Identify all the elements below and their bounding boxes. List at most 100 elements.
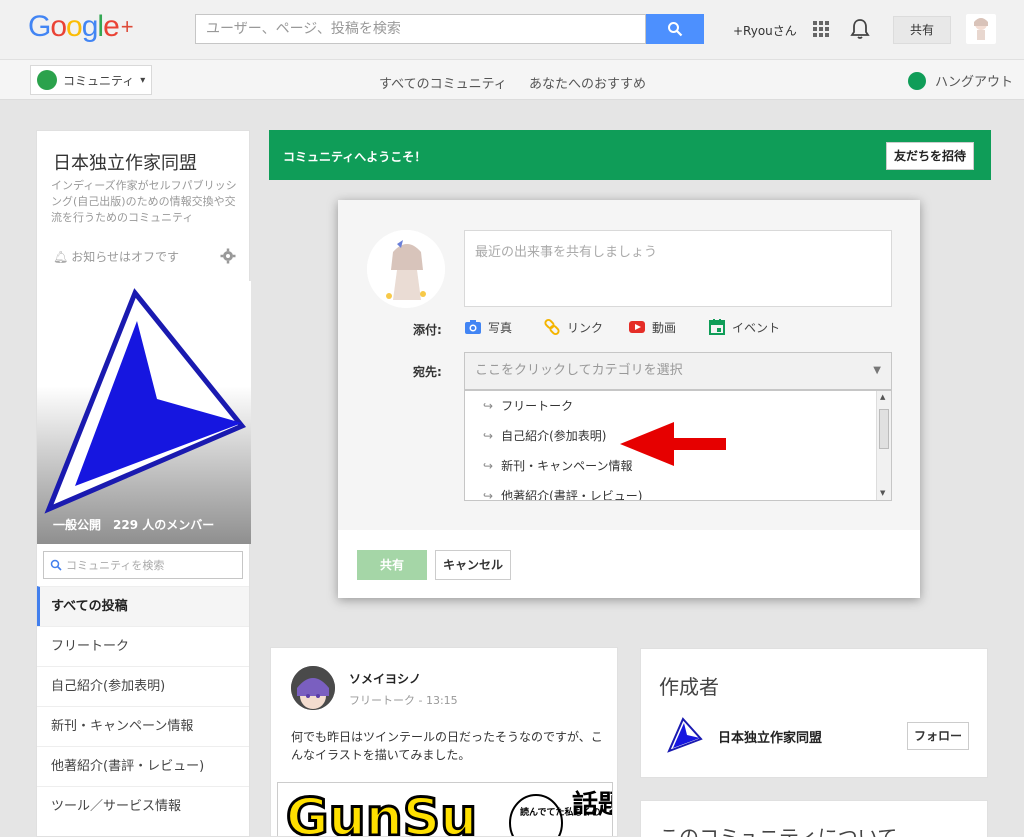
link-icon — [544, 318, 560, 336]
google-plus-logo[interactable]: Google+ — [28, 10, 134, 44]
scrollbar-thumb[interactable] — [879, 409, 889, 449]
about-heading: このコミュニティについて — [659, 825, 898, 837]
search-icon — [668, 22, 683, 37]
post-text-input[interactable]: 最近の出来事を共有しましょう — [464, 230, 892, 307]
arrow-right-icon: ↪ — [483, 399, 494, 413]
category-all-posts[interactable]: すべての投稿 — [37, 586, 249, 626]
nav-all-communities[interactable]: すべてのコミュニティ — [379, 73, 507, 92]
notification-status[interactable]: 🔔︎ お知らせはオフです — [53, 248, 179, 265]
welcome-banner: コミュニティへようこそ！ 友だちを招待 — [269, 130, 991, 180]
annotation-arrow-icon — [620, 420, 730, 471]
community-cover-image: 一般公開 229 人のメンバー — [37, 281, 251, 544]
post-image-caption: GunSu — [286, 788, 477, 837]
share-box-dialog: 最近の出来事を共有しましょう 添付: 写真 リンク 動画 イベント 宛先: ここ… — [338, 200, 920, 598]
post-card: ソメイヨシノ フリートーク - 13:15 何でも昨日はツインテールの日だったそ… — [270, 647, 618, 837]
search-icon — [50, 559, 62, 571]
notification-status-label: お知らせはオフです — [71, 250, 179, 264]
share-box-composer: 最近の出来事を共有しましょう 添付: 写真 リンク 動画 イベント 宛先: ここ… — [338, 200, 920, 530]
category-option-label: 他著紹介(書評・レビュー) — [501, 489, 643, 501]
community-search-placeholder: コミュニティを検索 — [66, 559, 165, 572]
attach-photo-label: 写真 — [488, 320, 513, 335]
nav-recommended[interactable]: あなたへのおすすめ — [529, 73, 646, 92]
post-image-side-text: 話題 — [572, 789, 613, 820]
post-cancel-button[interactable]: キャンセル — [435, 550, 511, 580]
logo-letter: e — [103, 10, 120, 43]
apps-grid-icon[interactable] — [812, 20, 830, 38]
attach-link-button[interactable]: リンク — [543, 318, 603, 336]
attach-event-label: イベント — [732, 320, 781, 335]
community-dropdown[interactable]: コミュニティ ▾ — [30, 65, 152, 95]
community-members-count: 一般公開 229 人のメンバー — [53, 518, 215, 532]
chevron-down-icon: ▾ — [140, 74, 146, 86]
post-meta[interactable]: フリートーク - 13:15 — [349, 692, 458, 708]
community-dropdown-label: コミュニティ — [63, 73, 135, 88]
category-new-releases[interactable]: 新刊・キャンペーン情報 — [37, 706, 249, 746]
category-reviews[interactable]: 他著紹介(書評・レビュー) — [37, 746, 249, 786]
user-profile-link[interactable]: +Ryouさん — [733, 22, 797, 39]
camera-icon — [465, 320, 481, 334]
attach-video-button[interactable]: 動画 — [628, 318, 676, 336]
category-tools[interactable]: ツール／サービス情報 — [37, 786, 249, 826]
category-option-label: フリートーク — [501, 399, 574, 413]
post-body-text: 何でも昨日はツインテールの日だったそうなのですが、こんなイラストを描いてみました… — [291, 730, 603, 762]
post-author-avatar[interactable] — [291, 666, 335, 710]
dropdown-scrollbar[interactable]: ▲ ▼ — [876, 391, 891, 500]
category-nav: すべての投稿 フリートーク 自己紹介(参加表明) 新刊・キャンペーン情報 他著紹… — [37, 586, 249, 826]
search-input[interactable]: ユーザー、ページ、投稿を検索 — [195, 14, 646, 44]
hangouts-label: ハングアウト — [935, 75, 1014, 90]
arrow-right-icon: ↪ — [483, 489, 494, 501]
category-free-talk[interactable]: フリートーク — [37, 626, 249, 666]
category-self-intro[interactable]: 自己紹介(参加表明) — [37, 666, 249, 706]
attach-event-button[interactable]: イベント — [708, 318, 780, 336]
post-image[interactable]: GunSu 読んでてた私もくの 話題 — [277, 782, 613, 837]
arrow-right-icon: ↪ — [483, 429, 494, 443]
category-select[interactable]: ここをクリックしてカテゴリを選択 ▼ — [464, 352, 892, 390]
hangouts-link[interactable]: ハングアウト — [908, 71, 1013, 90]
attach-link-label: リンク — [567, 320, 604, 335]
recipient-label: 宛先: — [413, 365, 442, 379]
invite-friends-button[interactable]: 友だちを招待 — [886, 142, 974, 170]
about-community-card: このコミュニティについて — [640, 800, 988, 837]
arrow-right-icon: ↪ — [483, 459, 494, 473]
community-description: インディーズ作家がセルフパブリッシング(自己出版)のための情報交換や交流を行うた… — [51, 179, 237, 224]
gear-icon[interactable] — [220, 248, 236, 264]
attach-photo-button[interactable]: 写真 — [464, 318, 512, 336]
top-bar: Google+ ユーザー、ページ、投稿を検索 +Ryouさん 共有 — [0, 0, 1024, 60]
search-button[interactable] — [646, 14, 704, 44]
community-search-input[interactable]: コミュニティを検索 — [43, 551, 243, 579]
welcome-text: コミュニティへようこそ！ — [283, 150, 427, 164]
scroll-down-icon[interactable]: ▼ — [880, 489, 885, 497]
category-option-label: 自己紹介(参加表明) — [501, 429, 607, 443]
community-name: 日本独立作家同盟 — [53, 153, 197, 174]
logo-letter: o — [66, 10, 83, 43]
video-icon — [629, 321, 645, 333]
creator-card: 作成者 日本独立作家同盟 フォロー — [640, 648, 988, 778]
creator-heading: 作成者 — [659, 675, 719, 699]
attach-label: 添付: — [413, 323, 442, 337]
community-logo-icon — [44, 288, 247, 514]
creator-name[interactable]: 日本独立作家同盟 — [718, 727, 822, 746]
user-avatar[interactable] — [966, 14, 996, 44]
community-sidebar: 日本独立作家同盟 インディーズ作家がセルフパブリッシング(自己出版)のための情報… — [36, 130, 251, 837]
sub-navigation-bar: コミュニティ ▾ すべてのコミュニティ あなたへのおすすめ ハングアウト — [0, 60, 1024, 100]
category-option-label: 新刊・キャンペーン情報 — [501, 459, 633, 473]
notifications-bell-icon[interactable] — [850, 18, 870, 40]
calendar-icon — [709, 319, 725, 335]
logo-plus: + — [120, 14, 134, 39]
scroll-up-icon[interactable]: ▲ — [880, 393, 885, 401]
post-share-button[interactable]: 共有 — [357, 550, 427, 580]
logo-letter: g — [81, 10, 99, 43]
category-option[interactable]: ↪ フリートーク — [465, 391, 891, 421]
logo-letter: o — [50, 10, 67, 43]
attach-video-label: 動画 — [652, 320, 677, 335]
follow-button[interactable]: フォロー — [907, 722, 969, 750]
post-author-name[interactable]: ソメイヨシノ — [349, 670, 421, 687]
share-button[interactable]: 共有 — [893, 16, 951, 44]
dropdown-arrow-icon: ▼ — [873, 365, 881, 376]
community-icon — [37, 70, 57, 90]
bell-icon: 🔔︎ — [53, 249, 69, 264]
creator-logo-icon[interactable] — [667, 717, 703, 753]
hangouts-icon — [908, 71, 926, 90]
category-option[interactable]: ↪ 他著紹介(書評・レビュー) — [465, 481, 891, 501]
composer-avatar — [367, 230, 445, 308]
